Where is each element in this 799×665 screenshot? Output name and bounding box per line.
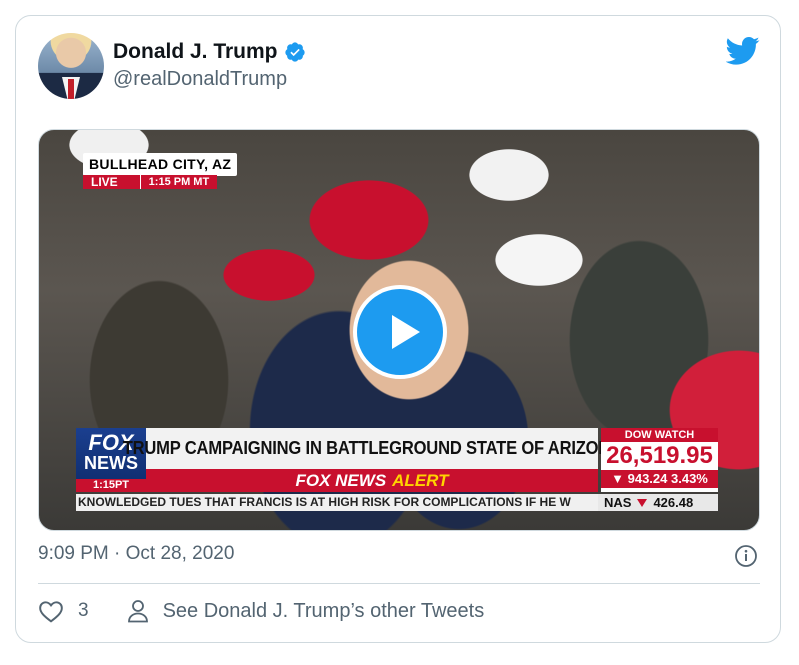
other-tweets-link[interactable]: See Donald J. Trump’s other Tweets <box>127 599 485 623</box>
live-label: LIVE <box>83 175 140 189</box>
live-time: 1:15 PM MT <box>139 175 218 189</box>
other-tweets-label: See Donald J. Trump’s other Tweets <box>162 599 485 622</box>
avatar[interactable] <box>38 33 104 99</box>
play-icon <box>392 315 420 349</box>
down-arrow-icon <box>637 498 648 507</box>
twitter-bird-icon[interactable] <box>726 36 760 66</box>
nas-value: 426.48 <box>653 495 694 510</box>
like-action[interactable]: 3 <box>38 599 89 623</box>
alert-prefix: FOX NEWS <box>295 470 387 490</box>
headline-banner: TRUMP CAMPAIGNING IN BATTLEGROUND STATE … <box>122 428 622 469</box>
author-name-row: Donald J. Trump <box>113 40 306 64</box>
dow-change: ▼ 943.24 3.43% <box>601 470 718 488</box>
verified-badge-icon <box>284 42 305 62</box>
video-player[interactable]: BULLHEAD CITY, AZ LIVE 1:15 PM MT FOX NE… <box>38 129 760 531</box>
dow-watch-box: DOW WATCH 26,519.95 ▼ 943.24 3.43% <box>601 428 718 492</box>
alert-banner: FOX NEWS ALERT <box>146 469 598 492</box>
tweet-actions: 3 See Donald J. Trump’s other Tweets <box>38 599 484 623</box>
tweet-card[interactable]: Donald J. Trump @realDonaldTrump BULLHEA… <box>15 15 781 643</box>
dow-label: DOW WATCH <box>601 428 718 442</box>
nas-label: NAS <box>604 495 632 510</box>
display-name[interactable]: Donald J. Trump <box>113 40 278 64</box>
alert-word: ALERT <box>392 470 449 490</box>
tweet-timestamp[interactable]: 9:09 PM · Oct 28, 2020 <box>38 543 234 565</box>
headline-text: TRUMP CAMPAIGNING IN BATTLEGROUND STATE … <box>122 438 622 458</box>
avatar-tie <box>68 79 74 99</box>
nas-ticker: NAS 426.48 <box>598 494 718 511</box>
location-text: BULLHEAD CITY, AZ <box>89 156 232 172</box>
live-chyron: LIVE 1:15 PM MT <box>83 175 218 189</box>
dow-value: 26,519.95 <box>606 442 713 469</box>
network-time: 1:15PT <box>76 479 146 492</box>
info-icon[interactable] <box>734 544 758 568</box>
divider <box>38 583 760 584</box>
handle[interactable]: @realDonaldTrump <box>113 68 287 91</box>
location-chyron: BULLHEAD CITY, AZ <box>83 153 238 176</box>
person-icon <box>127 600 148 623</box>
like-count: 3 <box>78 600 89 621</box>
play-button[interactable] <box>353 285 447 379</box>
news-ticker: KNOWLEDGED TUES THAT FRANCIS IS AT HIGH … <box>76 494 598 511</box>
heart-icon <box>39 601 63 623</box>
